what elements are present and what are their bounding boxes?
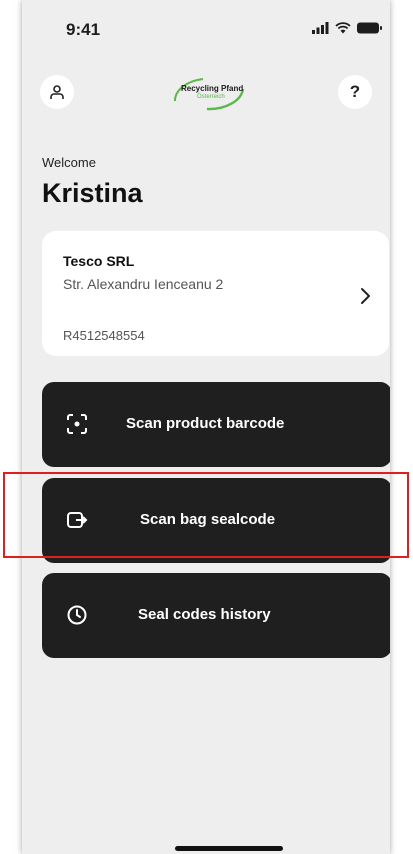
scan-bag-label: Scan bag sealcode — [140, 511, 276, 528]
scan-barcode-button[interactable]: Scan product barcode — [42, 382, 390, 467]
signal-icon — [312, 22, 329, 34]
wifi-icon — [335, 22, 351, 34]
battery-icon — [357, 22, 382, 34]
user-name: Kristina — [42, 178, 143, 208]
help-icon: ? — [349, 82, 361, 101]
status-time: 9:41 — [66, 20, 101, 39]
seal-codes-history-button[interactable]: Seal codes history — [42, 573, 390, 658]
bag-scan-icon — [67, 512, 88, 528]
scan-bag-sealcode-button[interactable]: Scan bag sealcode — [42, 478, 390, 563]
app-screen: 9:41 Recycling Pfand Österreich ? Welcom… — [22, 0, 390, 854]
home-indicator — [175, 846, 283, 851]
clock-icon — [67, 605, 87, 625]
status-icons — [312, 22, 383, 34]
scan-barcode-label: Scan product barcode — [126, 415, 285, 432]
recycling-pfand-logo: Recycling Pfand Österreich — [167, 71, 253, 115]
chevron-right-icon — [361, 288, 370, 304]
barcode-scan-icon — [67, 414, 87, 434]
company-address: Str. Alexandru Ienceanu 2 — [63, 276, 224, 292]
company-name: Tesco SRL — [63, 253, 135, 269]
top-nav: Recycling Pfand Österreich ? — [22, 75, 390, 115]
company-id: R4512548554 — [63, 328, 145, 343]
help-button[interactable]: ? — [338, 75, 372, 109]
status-bar: 9:41 — [22, 0, 390, 60]
logo-subtext: Österreich — [197, 94, 225, 100]
profile-button[interactable] — [40, 75, 74, 109]
logo-text: Recycling Pfand — [181, 84, 244, 93]
company-card[interactable]: Tesco SRL Str. Alexandru Ienceanu 2 R451… — [42, 231, 389, 356]
history-label: Seal codes history — [138, 606, 271, 623]
user-icon — [50, 85, 64, 99]
welcome-label: Welcome — [42, 155, 96, 170]
